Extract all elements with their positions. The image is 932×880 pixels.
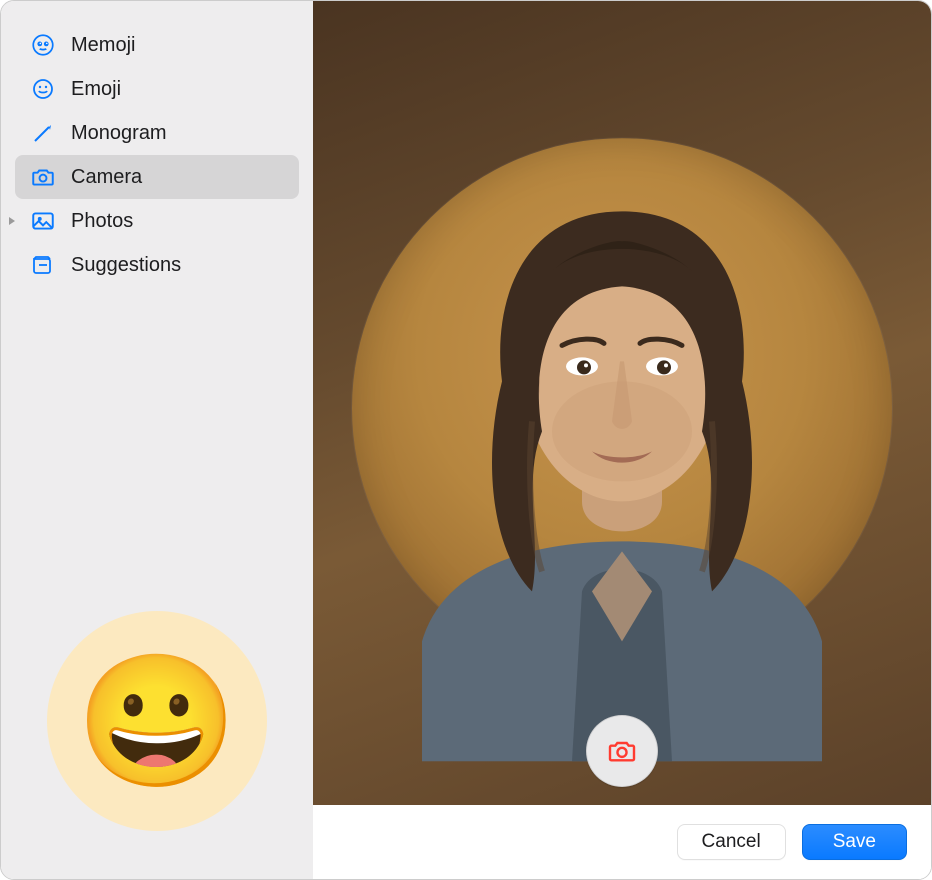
profile-picture-picker: Memoji Emoji — [0, 0, 932, 880]
sidebar-item-memoji[interactable]: Memoji — [15, 23, 299, 67]
sidebar-item-monogram[interactable]: Monogram — [15, 111, 299, 155]
preview-emoji-icon: 😀 — [76, 656, 238, 786]
current-picture-preview: 😀 — [47, 611, 267, 831]
emoji-icon — [29, 75, 57, 103]
sidebar-item-label: Memoji — [71, 34, 135, 57]
camera-preview — [313, 1, 931, 805]
sidebar-item-photos[interactable]: Photos — [15, 199, 299, 243]
sidebar-item-label: Camera — [71, 166, 142, 189]
chevron-right-icon — [7, 216, 17, 226]
sidebar-item-label: Monogram — [71, 122, 167, 145]
capture-button[interactable] — [586, 715, 658, 787]
camera-capture-icon — [606, 735, 638, 767]
monogram-icon — [29, 119, 57, 147]
memoji-icon — [29, 31, 57, 59]
sidebar-item-emoji[interactable]: Emoji — [15, 67, 299, 111]
footer: Cancel Save — [313, 805, 931, 879]
suggestions-icon — [29, 251, 57, 279]
cancel-button[interactable]: Cancel — [677, 824, 786, 860]
photos-icon — [29, 207, 57, 235]
main-panel: Cancel Save — [313, 1, 931, 879]
sidebar-item-suggestions[interactable]: Suggestions — [15, 243, 299, 287]
sidebar-item-label: Emoji — [71, 78, 121, 101]
crop-circle-overlay — [352, 138, 892, 678]
sidebar-item-label: Suggestions — [71, 254, 181, 277]
sidebar-item-label: Photos — [71, 210, 133, 233]
sidebar: Memoji Emoji — [1, 1, 313, 879]
sidebar-list: Memoji Emoji — [15, 23, 299, 287]
save-button[interactable]: Save — [802, 824, 907, 860]
sidebar-item-camera[interactable]: Camera — [15, 155, 299, 199]
camera-icon — [29, 163, 57, 191]
